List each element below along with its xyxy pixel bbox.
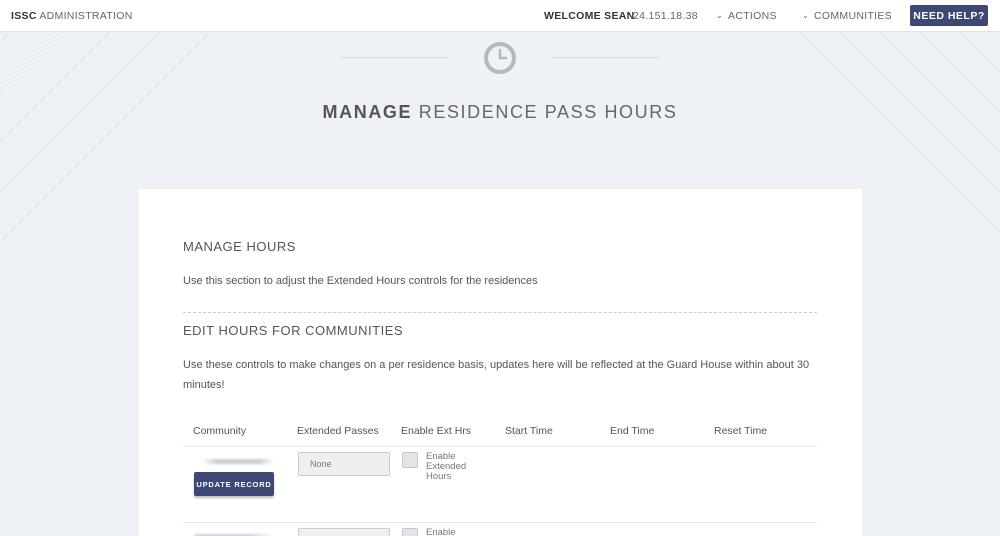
need-help-button[interactable]: NEED HELP? [910,5,988,26]
section-divider [183,312,817,313]
hero-divider-left [340,57,450,58]
community-name-redacted [202,459,274,464]
manage-hours-heading: MANAGE HOURS [183,239,296,254]
column-header-start-time: Start Time [505,425,553,437]
column-header-enable-ext-hrs: Enable Ext Hrs [401,425,472,437]
enable-extended-hours-checkbox[interactable] [402,452,418,468]
ip-address: 24.151.18.38 [633,9,698,22]
extended-passes-select[interactable]: None [298,452,390,476]
edit-hours-heading: EDIT HOURS FOR COMMUNITIES [183,323,404,338]
update-record-button[interactable]: UPDATE RECORD [194,472,274,496]
actions-menu[interactable]: ⌄ ACTIONS [716,10,777,22]
column-header-extended-passes: Extended Passes [297,425,379,437]
row-divider [183,522,817,523]
column-header-community: Community [193,425,247,437]
column-header-reset-time: Reset Time [714,425,768,437]
enable-extended-hours-checkbox[interactable] [402,528,418,536]
enable-extended-hours-label: Enable [426,527,456,536]
communities-menu[interactable]: ⌄ COMMUNITIES [802,10,892,22]
welcome-text: WELCOME SEAN [544,9,635,22]
extended-passes-select[interactable] [298,528,390,536]
chevron-down-icon: ⌄ [802,10,810,20]
content-card: MANAGE HOURS Use this section to adjust … [139,189,862,536]
hero-divider-right [550,57,660,58]
header-row-divider [183,446,817,447]
edit-hours-description: Use these controls to make changes on a … [183,359,810,391]
clock-icon [483,41,517,75]
chevron-down-icon: ⌄ [716,10,724,20]
column-header-end-time: End Time [610,425,655,437]
brand-logo[interactable]: ISSC ADMINISTRATION [11,10,133,22]
enable-extended-hours-label: Enable Extended Hours [426,451,467,482]
top-navbar: ISSC ADMINISTRATION WELCOME SEAN 24.151.… [0,0,1000,32]
page-title: MANAGE RESIDENCE PASS HOURS [322,102,678,122]
manage-hours-description: Use this section to adjust the Extended … [183,275,538,287]
